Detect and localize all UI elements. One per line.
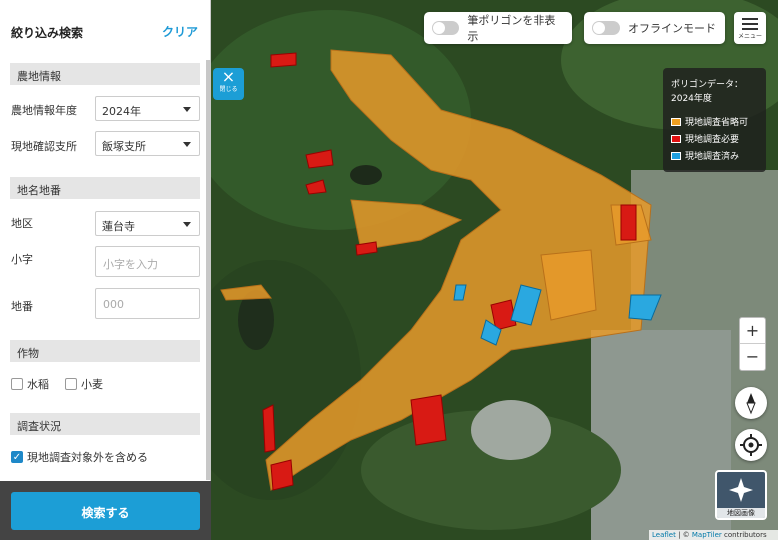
menu-button[interactable]: メニュー bbox=[734, 12, 766, 44]
map-view[interactable]: 筆ポリゴンを非表示 オフラインモード メニュー × 閉じる ポリゴンデータ： 2… bbox=[211, 0, 778, 540]
year-label: 農地情報年度 bbox=[11, 104, 77, 117]
office-select[interactable]: 飯塚支所 bbox=[95, 131, 200, 156]
sidebar-header: 絞り込み検索 クリア bbox=[0, 0, 211, 60]
sparkle-icon bbox=[729, 478, 753, 502]
hide-polygon-toggle[interactable]: 筆ポリゴンを非表示 bbox=[424, 12, 572, 44]
checkbox-box bbox=[65, 378, 77, 390]
attribution-text: contributors bbox=[721, 531, 767, 539]
crop-wheat-label: 小麦 bbox=[81, 378, 103, 391]
legend-item-label: 現地調査省略可 bbox=[685, 118, 749, 128]
legend-item-label: 現地調査済み bbox=[685, 152, 740, 162]
basemap-label: 地図画像 bbox=[717, 508, 765, 518]
polygon-legend: ポリゴンデータ： 2024年度 現地調査省略可 現地調査必要 現地調査済み bbox=[663, 68, 766, 172]
clear-button[interactable]: クリア bbox=[162, 23, 198, 40]
legend-item: 現地調査必要 bbox=[671, 130, 758, 147]
office-value: 飯塚支所 bbox=[102, 140, 146, 153]
include-excluded-checkbox[interactable]: ✓ 現地調査対象外を含める bbox=[11, 449, 148, 465]
crosshair-icon bbox=[740, 434, 762, 456]
basemap-switcher[interactable]: 地図画像 bbox=[715, 470, 767, 520]
chevron-down-icon bbox=[183, 222, 191, 227]
include-excluded-label: 現地調査対象外を含める bbox=[27, 451, 148, 464]
leaflet-link[interactable]: Leaflet bbox=[652, 531, 676, 539]
chevron-down-icon bbox=[183, 142, 191, 147]
map-attribution: Leaflet | © MapTiler contributors bbox=[649, 530, 778, 540]
sidebar-scroll-area: 農地情報 農地情報年度 2024年 現地確認支所 飯塚支所 地名地番 地区 蓮台… bbox=[0, 60, 211, 480]
offline-mode-label: オフラインモード bbox=[628, 22, 716, 35]
chevron-down-icon bbox=[183, 107, 191, 112]
office-label: 現地確認支所 bbox=[11, 140, 77, 153]
legend-item: 現地調査済み bbox=[671, 147, 758, 164]
legend-year: 2024年度 bbox=[671, 94, 712, 104]
close-icon: × bbox=[221, 67, 236, 86]
crop-rice-label: 水稲 bbox=[27, 378, 49, 391]
chiban-label: 地番 bbox=[11, 300, 33, 313]
zoom-out-button[interactable]: − bbox=[740, 344, 765, 370]
legend-item-label: 現地調査必要 bbox=[685, 135, 740, 145]
north-arrow-button[interactable] bbox=[735, 387, 767, 419]
sidebar-title: 絞り込み検索 bbox=[11, 26, 84, 40]
legend-title: ポリゴンデータ： bbox=[671, 80, 744, 90]
compass-icon bbox=[746, 393, 756, 415]
district-select[interactable]: 蓮台寺 bbox=[95, 211, 200, 236]
locate-button[interactable] bbox=[735, 429, 767, 461]
section-crop: 作物 bbox=[10, 340, 200, 362]
attribution-separator: | © bbox=[675, 531, 692, 539]
section-farm-info: 農地情報 bbox=[10, 63, 200, 85]
legend-swatch bbox=[671, 151, 681, 160]
hide-polygon-label: 筆ポリゴンを非表示 bbox=[467, 14, 556, 43]
search-button[interactable]: 検索する bbox=[11, 492, 200, 530]
koaza-input[interactable]: 小字を入力 bbox=[95, 246, 200, 277]
section-survey: 調査状況 bbox=[10, 413, 200, 435]
filter-sidebar: 絞り込み検索 クリア 農地情報 農地情報年度 2024年 現地確認支所 飯塚支所… bbox=[0, 0, 211, 540]
zoom-in-button[interactable]: + bbox=[740, 318, 765, 344]
district-label: 地区 bbox=[11, 217, 33, 230]
year-value: 2024年 bbox=[102, 105, 141, 118]
hamburger-icon bbox=[742, 18, 758, 30]
legend-swatch bbox=[671, 117, 681, 126]
crop-rice-checkbox[interactable]: 水稲 bbox=[11, 376, 49, 392]
legend-swatch bbox=[671, 134, 681, 143]
crop-wheat-checkbox[interactable]: 小麦 bbox=[65, 376, 103, 392]
year-select[interactable]: 2024年 bbox=[95, 96, 200, 121]
section-place: 地名地番 bbox=[10, 177, 200, 199]
legend-item: 現地調査省略可 bbox=[671, 113, 758, 130]
district-value: 蓮台寺 bbox=[102, 220, 135, 233]
close-sidebar-button[interactable]: × 閉じる bbox=[213, 68, 244, 100]
menu-label: メニュー bbox=[737, 33, 762, 40]
toggle-switch-icon bbox=[592, 21, 620, 35]
zoom-control: + − bbox=[739, 317, 766, 371]
check-icon: ✓ bbox=[11, 451, 23, 463]
chiban-input[interactable]: 000 bbox=[95, 288, 200, 319]
offline-mode-toggle[interactable]: オフラインモード bbox=[584, 12, 725, 44]
koaza-label: 小字 bbox=[11, 253, 33, 266]
close-label: 閉じる bbox=[219, 86, 238, 93]
app-root: 絞り込み検索 クリア 農地情報 農地情報年度 2024年 現地確認支所 飯塚支所… bbox=[0, 0, 778, 540]
maptiler-link[interactable]: MapTiler bbox=[692, 531, 722, 539]
checkbox-box bbox=[11, 378, 23, 390]
toggle-switch-icon bbox=[432, 21, 460, 35]
